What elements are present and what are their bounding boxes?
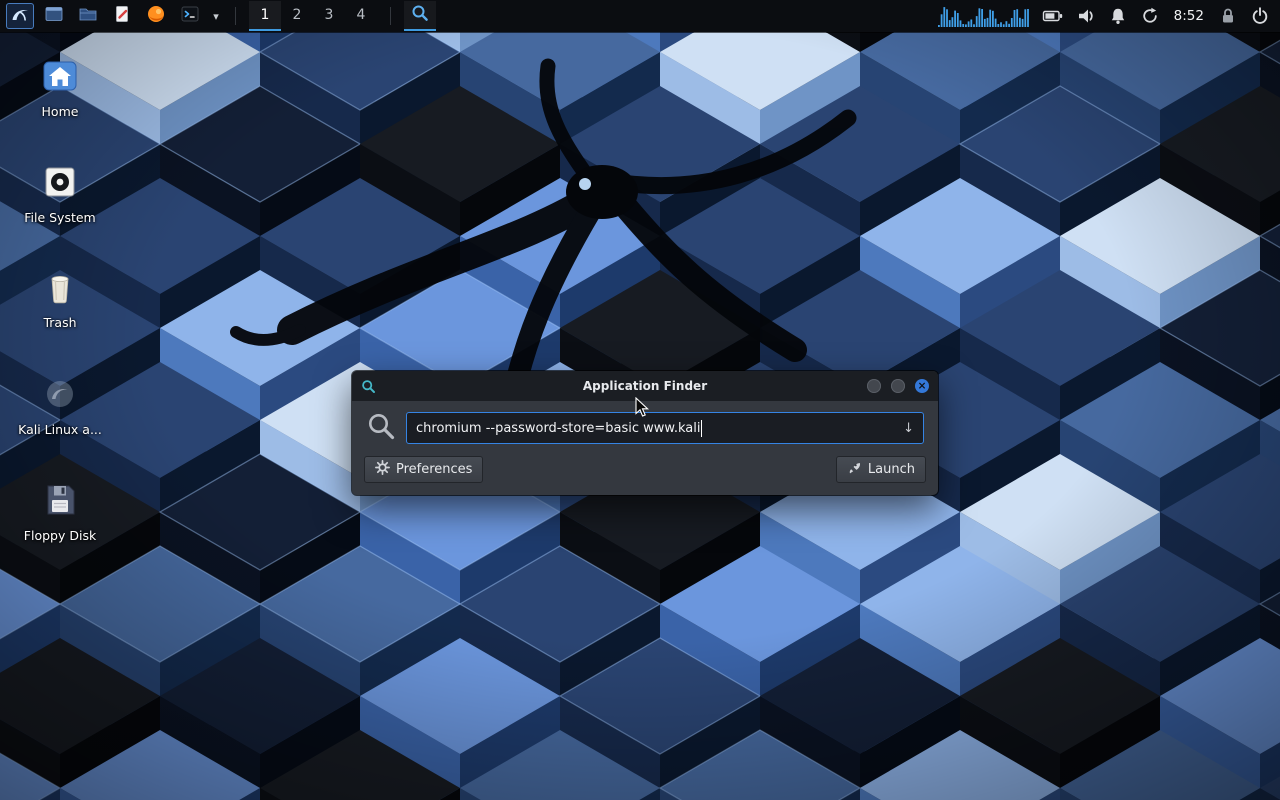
terminal-launcher[interactable]	[176, 3, 204, 29]
workspace-switcher: 1 2 3 4	[249, 0, 377, 32]
preferences-button[interactable]: Preferences	[364, 456, 483, 483]
workspace-1[interactable]: 1	[249, 1, 281, 31]
appfinder-window-icon	[361, 379, 376, 394]
text-editor-launcher[interactable]	[108, 3, 136, 29]
notifications-icon[interactable]	[1108, 3, 1128, 29]
desktop-icon-label: Floppy Disk	[24, 529, 96, 543]
kali-docs-icon	[40, 374, 80, 418]
desktop-icon-label: Trash	[43, 316, 76, 330]
desktop-icon-label: Home	[42, 105, 79, 119]
desktop-icon-label: File System	[24, 211, 96, 225]
desktop: ▾ 1 2 3 4	[0, 0, 1280, 800]
firefox-icon	[146, 4, 166, 28]
chevron-down-icon: ▾	[213, 10, 219, 23]
panel-separator	[235, 7, 236, 25]
window-controls: ×	[867, 379, 929, 393]
applications-menu-button[interactable]	[6, 3, 34, 29]
show-desktop-button[interactable]	[40, 3, 68, 29]
text-caret	[701, 420, 702, 437]
panel-left: ▾ 1 2 3 4	[6, 0, 436, 32]
command-input[interactable]: chromium --password-store=basic www.kali…	[406, 412, 924, 444]
desktop-icon-home[interactable]: Home	[8, 56, 112, 119]
window-title: Application Finder	[352, 379, 938, 393]
desktop-icon-trash[interactable]: Trash	[8, 267, 112, 330]
top-panel: ▾ 1 2 3 4	[0, 0, 1280, 32]
launch-icon	[847, 460, 862, 479]
filesystem-icon	[40, 162, 80, 206]
desktop-icon-label: Kali Linux a...	[18, 423, 102, 437]
trash-icon	[40, 267, 80, 311]
text-editor-icon	[112, 4, 132, 28]
firefox-launcher[interactable]	[142, 3, 170, 29]
taskbar-application-finder[interactable]	[404, 1, 436, 31]
terminal-icon	[180, 4, 200, 28]
command-text: chromium --password-store=basic www.kali	[416, 421, 700, 436]
clock[interactable]: 8:52	[1172, 8, 1206, 24]
panel-right: 8:52	[938, 0, 1274, 32]
panel-separator	[390, 7, 391, 25]
power-icon[interactable]	[1250, 3, 1270, 29]
launch-label: Launch	[868, 462, 915, 477]
audio-visualizer[interactable]	[938, 4, 1030, 28]
mouse-cursor	[635, 397, 651, 419]
search-icon	[366, 411, 396, 445]
home-icon	[40, 56, 80, 100]
search-icon	[411, 4, 429, 26]
workspace-2[interactable]: 2	[281, 1, 313, 31]
updates-icon[interactable]	[1140, 3, 1160, 29]
preferences-label: Preferences	[396, 462, 472, 477]
floppy-icon	[40, 480, 80, 524]
launch-button[interactable]: Launch	[836, 456, 926, 483]
battery-icon[interactable]	[1042, 3, 1064, 29]
close-button[interactable]: ×	[915, 379, 929, 393]
terminal-dropdown-button[interactable]: ▾	[210, 3, 222, 29]
desktop-icon-file-system[interactable]: File System	[8, 162, 112, 225]
kali-menu-icon	[9, 3, 31, 29]
window-icon	[44, 4, 64, 28]
application-finder-window: Application Finder × chromium --password…	[352, 371, 938, 495]
file-manager-icon	[78, 4, 98, 28]
desktop-icon-kali-docs[interactable]: Kali Linux a...	[8, 374, 112, 437]
close-icon: ×	[918, 381, 927, 392]
volume-icon[interactable]	[1076, 3, 1096, 29]
minimize-button[interactable]	[867, 379, 881, 393]
maximize-button[interactable]	[891, 379, 905, 393]
lock-icon[interactable]	[1218, 3, 1238, 29]
gear-icon	[375, 460, 390, 479]
dialog-buttons: Preferences Launch	[352, 452, 938, 495]
desktop-icon-floppy-disk[interactable]: Floppy Disk	[8, 480, 112, 543]
workspace-4[interactable]: 4	[345, 1, 377, 31]
file-manager-launcher[interactable]	[74, 3, 102, 29]
workspace-3[interactable]: 3	[313, 1, 345, 31]
history-dropdown-icon[interactable]: ↓	[895, 421, 914, 436]
